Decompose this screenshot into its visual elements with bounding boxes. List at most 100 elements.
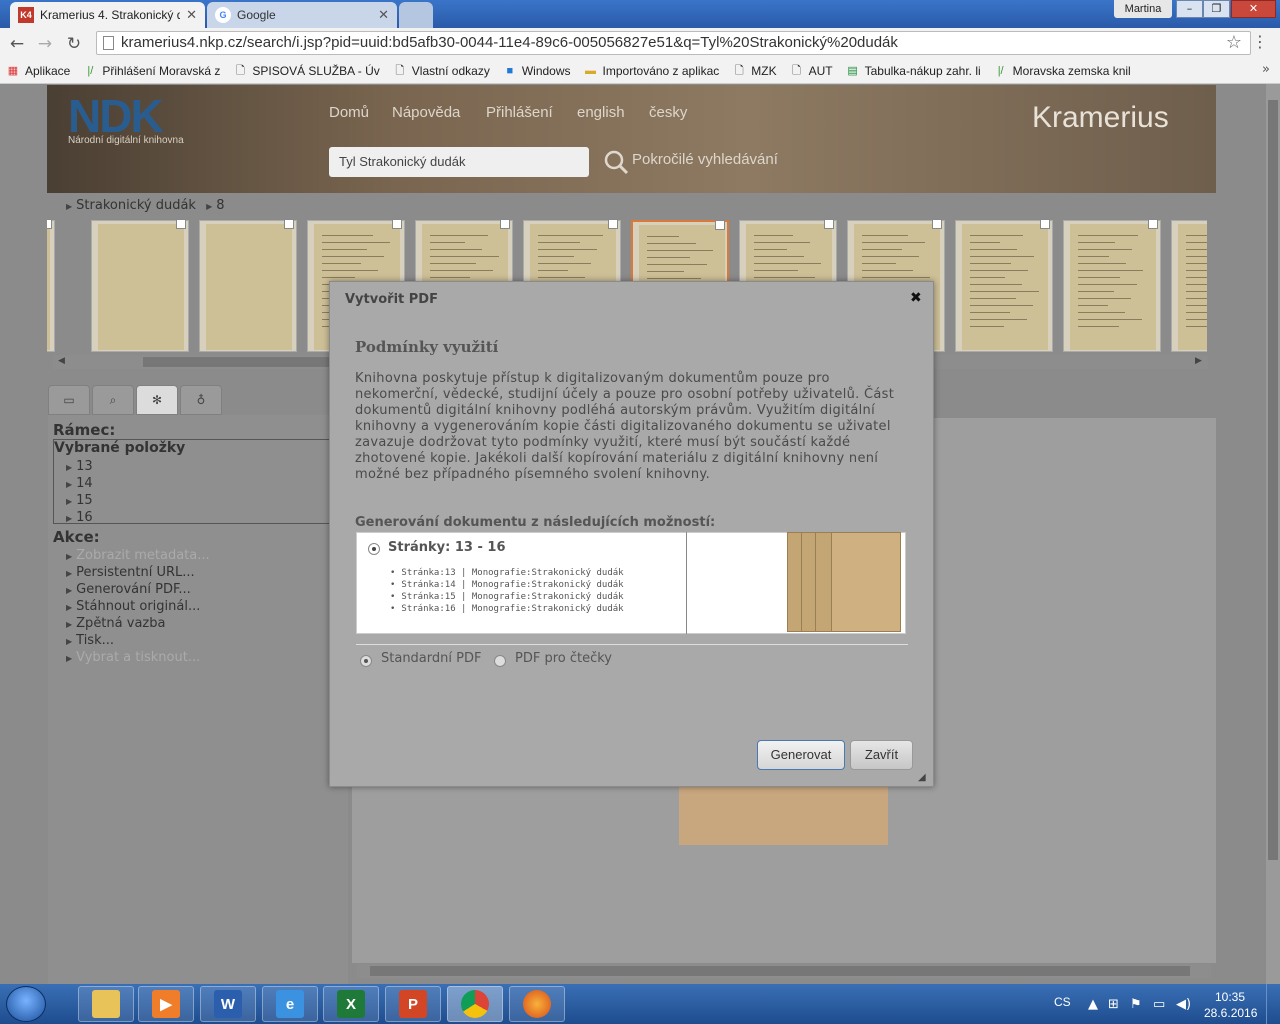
nav-login[interactable]: Přihlášení (486, 104, 553, 121)
action-generate-pdf[interactable]: ▶ Generování PDF... (66, 582, 210, 599)
thumbnail-checkbox[interactable] (1040, 219, 1050, 229)
close-tab-icon[interactable]: ✕ (378, 7, 389, 23)
search-icon[interactable] (602, 148, 630, 176)
viewer-scrollbar[interactable] (357, 964, 1211, 978)
page-scrollbar[interactable] (1266, 84, 1280, 984)
taskbar-explorer[interactable] (78, 986, 134, 1022)
tab-kramerius[interactable]: K4 Kramerius 4. Strakonický d ✕ (10, 2, 205, 28)
windows-flag-icon[interactable]: ⊞ (1108, 997, 1119, 1012)
thumbnail-checkbox[interactable] (284, 219, 294, 229)
nav-english[interactable]: english (577, 104, 625, 121)
menu-icon[interactable]: ⋮ (1252, 32, 1268, 51)
thumbnail-checkbox[interactable] (608, 219, 618, 229)
folder-tab-icon[interactable]: ▭ (48, 385, 90, 415)
bookmark-star-icon[interactable]: ☆ (1226, 32, 1242, 53)
bookmark-item[interactable]: |/Přihlášení Moravská z (83, 64, 220, 78)
reader-pdf-radio[interactable] (494, 655, 506, 667)
action-feedback[interactable]: ▶ Zpětná vazba (66, 616, 210, 633)
page-thumbnail[interactable] (199, 219, 297, 352)
taskbar-word[interactable]: W (200, 986, 256, 1022)
action-download-original[interactable]: ▶ Stáhnout originál... (66, 599, 210, 616)
bookmark-item[interactable]: 🗋 Vlastní odkazy (393, 64, 489, 78)
range-radio[interactable] (368, 543, 380, 555)
bookmark-item[interactable]: 🗋 SPISOVÁ SLUŽBA - Úv (233, 64, 380, 78)
clock[interactable]: 10:35 28.6.2016 (1204, 989, 1257, 1021)
nav-home[interactable]: Domů (329, 104, 369, 121)
advanced-search-link[interactable]: Pokročilé vyhledávání (632, 151, 778, 168)
taskbar-ie[interactable]: e (262, 986, 318, 1022)
language-indicator[interactable]: CS (1054, 995, 1071, 1009)
network-icon[interactable]: ▭ (1153, 997, 1165, 1012)
reader-pdf-label[interactable]: PDF pro čtečky (515, 651, 612, 666)
action-select-print[interactable]: ▶ Vybrat a tisknout... (66, 650, 210, 667)
bookmark-item[interactable]: 🗋 MZK (732, 64, 777, 78)
window-close-icon[interactable]: ✕ (1231, 0, 1276, 18)
thumbnail-checkbox[interactable] (1148, 219, 1158, 229)
action-print[interactable]: ▶ Tisk... (66, 633, 210, 650)
page-thumbnail[interactable] (1063, 219, 1161, 352)
tray-arrow-icon[interactable]: ▲ (1088, 997, 1098, 1012)
flag-icon[interactable]: ⚑ (1130, 997, 1142, 1012)
standard-pdf-label[interactable]: Standardní PDF (381, 651, 481, 666)
scroll-left-icon[interactable]: ◀ (58, 356, 65, 366)
new-tab-button[interactable] (399, 2, 433, 28)
page-thumbnail[interactable] (47, 219, 55, 352)
bookmark-item[interactable]: ■ Windows (503, 64, 571, 78)
bookmark-item[interactable]: ▬ Importováno z aplikac (584, 64, 719, 78)
profile-button[interactable]: Martina (1114, 0, 1172, 18)
list-item[interactable]: ▶ 15 (66, 493, 93, 510)
page-thumbnail[interactable] (955, 219, 1053, 352)
breadcrumb-title[interactable]: Strakonický dudák (76, 198, 196, 213)
bookmark-item[interactable]: ▤ Tabulka-nákup zahr. li (846, 64, 980, 78)
close-button[interactable]: Zavřít (850, 740, 913, 770)
minimize-icon[interactable]: – (1176, 0, 1203, 18)
start-button[interactable] (6, 986, 46, 1022)
taskbar-chrome[interactable] (447, 986, 503, 1022)
thumbnail-checkbox[interactable] (824, 219, 834, 229)
action-persistent-url[interactable]: ▶ Persistentní URL... (66, 565, 210, 582)
more-bookmarks-icon[interactable]: » (1262, 62, 1270, 77)
thumbnail-checkbox[interactable] (932, 219, 942, 229)
taskbar-excel[interactable]: X (323, 986, 379, 1022)
generate-button[interactable]: Generovat (757, 740, 845, 770)
standard-pdf-radio[interactable] (360, 655, 372, 667)
maximize-icon[interactable]: ❐ (1203, 0, 1230, 18)
address-bar[interactable]: kramerius4.nkp.cz/search/i.jsp?pid=uuid:… (96, 31, 1251, 55)
thumbnail-checkbox[interactable] (392, 219, 402, 229)
nav-help[interactable]: Nápověda (392, 104, 460, 121)
bulb-tab-icon[interactable]: ♁ (180, 385, 222, 415)
back-icon[interactable]: ← (6, 34, 28, 54)
tab-google[interactable]: G Google ✕ (207, 2, 397, 28)
reload-icon[interactable]: ↻ (63, 34, 85, 54)
scroll-right-icon[interactable]: ▶ (1195, 356, 1202, 366)
bookmark-item[interactable]: |/Moravska zemska knil (994, 64, 1131, 78)
ndk-logo[interactable]: NDK (68, 93, 164, 139)
resize-grip-icon[interactable]: ◢ (918, 772, 926, 783)
search-tab-icon[interactable]: ⌕ (92, 385, 134, 415)
close-tab-icon[interactable]: ✕ (186, 7, 197, 23)
close-icon[interactable]: ✖ (910, 290, 922, 306)
gear-tab-icon[interactable]: ✻ (136, 385, 178, 415)
bookmark-apps[interactable]: ▦ Aplikace (6, 64, 71, 78)
list-item[interactable]: ▶ 16 (66, 510, 93, 527)
thumbnail-checkbox[interactable] (715, 220, 725, 230)
bookmark-item[interactable]: 🗋 AUT (790, 64, 832, 78)
thumbnail-checkbox[interactable] (176, 219, 186, 229)
taskbar-media-player[interactable]: ▶ (138, 986, 194, 1022)
taskbar-powerpoint[interactable]: P (385, 986, 441, 1022)
thumbnail-checkbox[interactable] (47, 219, 52, 229)
forward-icon[interactable]: → (34, 34, 56, 54)
volume-icon[interactable]: ◀) (1176, 997, 1191, 1012)
action-metadata[interactable]: ▶ Zobrazit metadata... (66, 548, 210, 565)
list-item[interactable]: ▶ 14 (66, 476, 93, 493)
page-thumbnail[interactable] (91, 219, 189, 352)
list-item[interactable]: ▶ 13 (66, 459, 93, 476)
scroll-thumb[interactable] (1268, 100, 1278, 860)
breadcrumb-volume[interactable]: 8 (216, 198, 224, 213)
thumbnail-checkbox[interactable] (500, 219, 510, 229)
taskbar-firefox[interactable] (509, 986, 565, 1022)
page-thumbnail[interactable] (1171, 220, 1207, 352)
search-input[interactable]: Tyl Strakonický dudák (329, 147, 589, 177)
nav-czech[interactable]: česky (649, 104, 687, 121)
scroll-thumb[interactable] (370, 966, 1190, 976)
